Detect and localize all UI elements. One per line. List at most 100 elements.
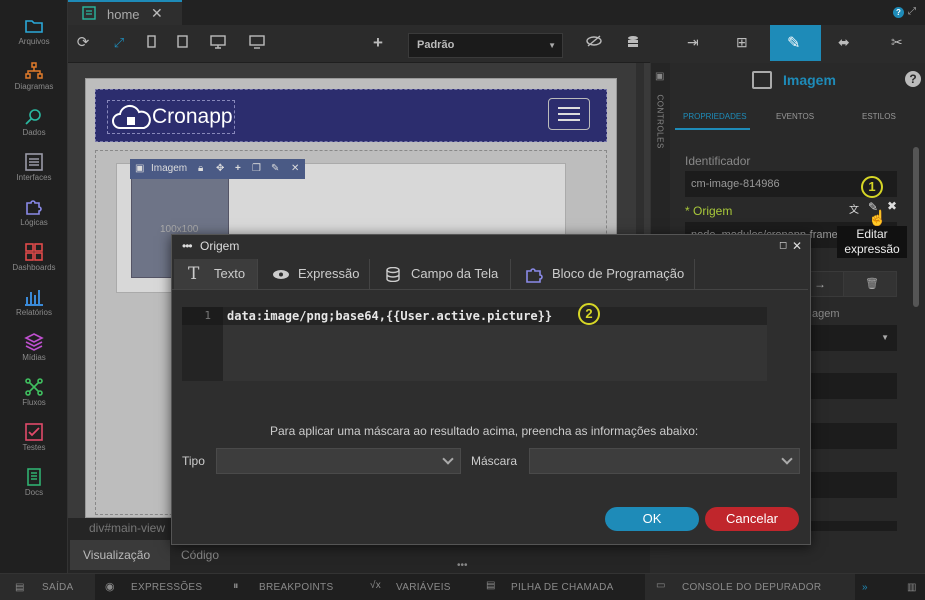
breadcrumb[interactable]: div#main-view [89,521,165,535]
tab-saida[interactable]: SAÍDA [42,582,74,593]
fullscreen-icon[interactable]: ⤢ [111,35,127,51]
property-field[interactable] [810,472,897,498]
arrow-icon[interactable]: → [814,277,826,291]
mascara-select[interactable] [529,448,800,474]
tab-variaveis[interactable]: VARIÁVEIS [396,582,451,593]
sidebar-item-fluxos[interactable]: Fluxos [0,378,68,407]
add-icon[interactable]: + [370,34,386,51]
code-line[interactable]: data:image/png;base64,{{User.active.pict… [227,307,552,325]
desktop-icon[interactable] [210,35,226,51]
mask-hint: Para aplicar uma máscara ao resultado ac… [270,424,699,438]
editor-empty-area[interactable] [223,325,767,381]
tab-home[interactable]: home ✕ [68,0,182,25]
stack-icon: ▤ [486,580,496,591]
image-icon [752,71,772,89]
sidebar-item-logicas[interactable]: Lógicas [0,198,68,227]
add-icon[interactable]: + [235,159,241,179]
lock-icon[interactable]: 🔒︎ [198,159,203,179]
controls-icon: ▣ [655,71,665,82]
panel-scrollbar[interactable] [913,147,919,307]
tab-bloco-de-programacao[interactable]: Bloco de Programação [511,259,695,289]
cancel-button[interactable]: Cancelar [705,507,799,531]
tab-breakpoints[interactable]: BREAKPOINTS [259,582,333,593]
move-icon[interactable]: ✥ [216,159,224,179]
folder-icon [25,20,43,33]
sidebar-item-relatorios[interactable]: Relatórios [0,288,68,317]
device-select[interactable]: Padrão ▼ [408,33,563,58]
database-icon[interactable] [625,35,641,51]
delete-button[interactable]: 🗑︎ [843,271,897,297]
eye-icon [273,270,289,279]
close-tab-icon[interactable]: ✕ [151,5,163,22]
phone-icon[interactable] [144,35,160,51]
edit-tab[interactable]: ✎ [770,25,821,61]
property-field[interactable] [810,521,897,531]
drag-handle-icon[interactable]: ••• [457,560,468,571]
sidebar-item-label: Testes [22,443,46,452]
select-field[interactable]: ▼ [810,325,897,351]
tab-pilha-de-chamada[interactable]: PILHA DE CHAMADA [511,582,614,593]
tablet-icon[interactable] [175,35,191,51]
tab-estilos[interactable]: ESTILOS [862,112,896,121]
tab-expressoes[interactable]: EXPRESSÕES [131,582,202,593]
sidebar-item-arquivos[interactable]: Arquivos [0,17,68,46]
sidebar-item-dados[interactable]: Dados [0,108,68,137]
sidebar-item-docs[interactable]: Docs [0,468,68,497]
tab-console[interactable]: CONSOLE DO DEPURADOR [682,582,821,593]
tab-campo-da-tela[interactable]: Campo da Tela [370,259,511,289]
panel-icon[interactable]: ▥ [907,582,917,593]
logo[interactable]: Cronapp [107,100,235,134]
property-field[interactable] [810,423,897,449]
active-tab-indicator [675,128,750,130]
ok-button[interactable]: OK [605,507,699,531]
dashboard-icon [25,243,43,261]
docs-icon [27,468,41,486]
caret-down-icon: ▼ [548,41,556,50]
close-icon[interactable]: ✕ [792,235,802,257]
arrows-icon[interactable]: » [862,582,868,593]
delete-icon[interactable]: ✕ [291,159,299,179]
property-field[interactable] [810,373,897,399]
annotation-1: 1 [861,176,883,198]
tab-eventos[interactable]: EVENTOS [776,112,814,121]
tab-label: Expressão [298,266,360,281]
maximize-icon[interactable]: ◻ [779,235,787,257]
hide-icon[interactable] [586,35,602,51]
tab-label: Visualização [83,548,151,562]
tipo-select[interactable] [216,448,461,474]
maximize-icon[interactable]: ⤢ [908,6,916,17]
tab-texto[interactable]: T Texto [174,259,258,289]
tab-expressao[interactable]: Expressão [258,259,370,289]
resize-icon[interactable]: ⬌ [838,34,850,51]
sidebar-item-diagramas[interactable]: Diagramas [0,62,68,91]
refresh-icon[interactable]: ⟳ [75,35,91,51]
text-icon: T [188,264,200,284]
help-icon[interactable]: ? [905,71,921,87]
tipo-label: Tipo [182,454,205,468]
hamburger-button[interactable] [548,98,590,130]
tab-visualizacao[interactable]: Visualização [70,540,170,570]
sidebar-item-label: Dashboards [12,263,56,272]
sidebar-item-interfaces[interactable]: Interfaces [0,153,68,182]
edit-icon[interactable]: ✎ [271,159,279,179]
sidebar-item-midias[interactable]: Mídias [0,333,68,362]
console-icon: ▭ [656,580,666,591]
drag-dots-icon[interactable]: ••• [182,235,193,257]
sidebar-item-label: Mídias [22,353,46,362]
sidebar-item-dashboards[interactable]: Dashboards [0,243,68,272]
tab-bar [68,0,925,25]
data-search-icon [25,109,41,125]
annotation-2: 2 [578,303,600,325]
report-icon [25,290,43,306]
copy-icon[interactable]: ❐ [252,159,261,179]
tab-propriedades[interactable]: PROPRIEDADES [683,112,747,121]
export-icon[interactable]: ⇥ [687,34,699,51]
sidebar-item-testes[interactable]: Testes [0,423,68,452]
monitor-icon[interactable] [249,35,265,51]
tree-icon[interactable]: ⊞ [736,34,748,51]
tools-icon[interactable]: ✂ [891,34,903,51]
help-icon[interactable]: ? [893,7,904,18]
translate-icon[interactable]: 文 [849,201,859,216]
tab-codigo[interactable]: Código [181,548,219,562]
clear-icon[interactable]: ✖ [887,199,897,213]
